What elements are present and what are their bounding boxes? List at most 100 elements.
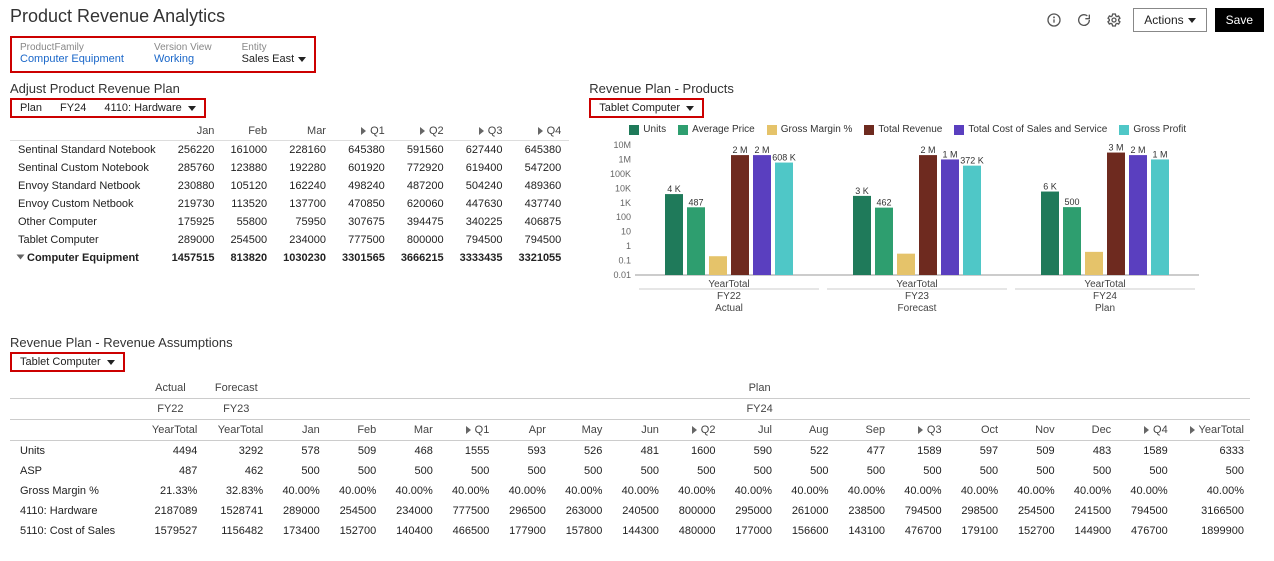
cell[interactable]: 234000 xyxy=(275,231,334,249)
adjust-grid[interactable]: Jan Feb Mar Q1 Q2 Q3 Q4 Sentinal Standar… xyxy=(10,122,569,267)
chart-bar[interactable] xyxy=(1041,192,1059,275)
legend-item[interactable]: Gross Profit xyxy=(1119,124,1186,135)
cell[interactable]: 1589 xyxy=(891,441,948,462)
chart-bar[interactable] xyxy=(941,159,959,275)
col-feb[interactable]: Feb xyxy=(222,122,275,141)
cell[interactable]: 500 xyxy=(1004,461,1061,481)
hdr-fy24[interactable]: FY24 xyxy=(269,399,1250,420)
cell[interactable]: 4494 xyxy=(137,441,203,462)
cell[interactable]: 263000 xyxy=(552,501,609,521)
cell[interactable]: 3166500 xyxy=(1174,501,1250,521)
cell[interactable]: 591560 xyxy=(393,141,452,160)
cell[interactable]: 143100 xyxy=(835,521,892,541)
cell[interactable]: 593 xyxy=(495,441,552,462)
hdr-q3[interactable]: Q3 xyxy=(891,420,948,441)
cell[interactable]: 526 xyxy=(552,441,609,462)
cell[interactable]: 500 xyxy=(552,461,609,481)
table-row[interactable]: Sentinal Standard Notebook25622016100022… xyxy=(10,141,569,160)
legend-item[interactable]: Units xyxy=(629,124,666,135)
chart-bar[interactable] xyxy=(1129,155,1147,275)
adjust-account-dropdown[interactable]: 4110: Hardware xyxy=(104,102,195,114)
cell[interactable]: 777500 xyxy=(334,231,393,249)
table-row[interactable]: Tablet Computer2890002545002340007775008… xyxy=(10,231,569,249)
cell[interactable]: 219730 xyxy=(164,195,223,213)
cell[interactable]: 289000 xyxy=(269,501,326,521)
col-jan[interactable]: Jan xyxy=(164,122,223,141)
cell[interactable]: 254500 xyxy=(222,231,275,249)
cell[interactable]: 240500 xyxy=(608,501,665,521)
cell[interactable]: 6333 xyxy=(1174,441,1250,462)
table-row[interactable]: Envoy Standard Netbook230880105120162240… xyxy=(10,177,569,195)
hdr-oct[interactable]: Oct xyxy=(948,420,1005,441)
cell[interactable]: 285760 xyxy=(164,159,223,177)
cell[interactable]: 794500 xyxy=(891,501,948,521)
version-view-value[interactable]: Working xyxy=(154,53,212,65)
cell[interactable]: 500 xyxy=(721,461,778,481)
cell[interactable]: 627440 xyxy=(452,141,511,160)
cell[interactable]: 40.00% xyxy=(439,481,496,501)
chart-bar[interactable] xyxy=(1063,207,1081,275)
gear-icon[interactable] xyxy=(1103,9,1125,31)
col-mar[interactable]: Mar xyxy=(275,122,334,141)
cell[interactable]: 1579527 xyxy=(137,521,203,541)
hdr-q1[interactable]: Q1 xyxy=(439,420,496,441)
cell[interactable]: 1528741 xyxy=(203,501,269,521)
cell[interactable]: 468 xyxy=(382,441,439,462)
hdr-q4[interactable]: Q4 xyxy=(1117,420,1174,441)
cell[interactable]: 1156482 xyxy=(203,521,269,541)
product-family-value[interactable]: Computer Equipment xyxy=(20,53,124,65)
cell[interactable]: 123880 xyxy=(222,159,275,177)
cell[interactable]: 794500 xyxy=(452,231,511,249)
hdr-forecast[interactable]: Forecast xyxy=(203,378,269,399)
cell[interactable]: 777500 xyxy=(439,501,496,521)
cell[interactable]: 40.00% xyxy=(1117,481,1174,501)
cell[interactable]: 40.00% xyxy=(382,481,439,501)
hdr-jul[interactable]: Jul xyxy=(721,420,778,441)
cell[interactable]: 340225 xyxy=(452,213,511,231)
cell[interactable]: 40.00% xyxy=(326,481,383,501)
cell[interactable]: 55800 xyxy=(222,213,275,231)
cell[interactable]: 794500 xyxy=(510,231,569,249)
cell[interactable]: 645380 xyxy=(334,141,393,160)
cell[interactable]: 105120 xyxy=(222,177,275,195)
chart-bar[interactable] xyxy=(875,208,893,275)
table-row[interactable]: Gross Margin %21.33%32.83%40.00%40.00%40… xyxy=(10,481,1250,501)
hdr-plan[interactable]: Plan xyxy=(269,378,1250,399)
cell[interactable]: 800000 xyxy=(393,231,452,249)
chart-bar[interactable] xyxy=(709,256,727,275)
hdr-sep[interactable]: Sep xyxy=(835,420,892,441)
refresh-icon[interactable] xyxy=(1073,9,1095,31)
cell[interactable]: 152700 xyxy=(1004,521,1061,541)
actions-button[interactable]: Actions xyxy=(1133,8,1206,32)
cell[interactable]: 113520 xyxy=(222,195,275,213)
cell[interactable]: 296500 xyxy=(495,501,552,521)
cell[interactable]: 177900 xyxy=(495,521,552,541)
cell[interactable]: 144900 xyxy=(1061,521,1118,541)
cell[interactable]: 772920 xyxy=(393,159,452,177)
cell[interactable]: 578 xyxy=(269,441,326,462)
cell[interactable]: 156600 xyxy=(778,521,835,541)
col-q1[interactable]: Q1 xyxy=(334,122,393,141)
cell[interactable]: 500 xyxy=(382,461,439,481)
cell[interactable]: 509 xyxy=(326,441,383,462)
cell[interactable]: 500 xyxy=(948,461,1005,481)
cell[interactable]: 487200 xyxy=(393,177,452,195)
hdr-yt2[interactable]: YearTotal xyxy=(203,420,269,441)
cell[interactable]: 241500 xyxy=(1061,501,1118,521)
cell[interactable]: 522 xyxy=(778,441,835,462)
adjust-fy-label[interactable]: FY24 xyxy=(60,102,86,114)
cell[interactable]: 152700 xyxy=(326,521,383,541)
cell[interactable]: 1600 xyxy=(665,441,722,462)
cell[interactable]: 289000 xyxy=(164,231,223,249)
hdr-nov[interactable]: Nov xyxy=(1004,420,1061,441)
legend-item[interactable]: Total Revenue xyxy=(864,124,942,135)
cell[interactable]: 173400 xyxy=(269,521,326,541)
col-q2[interactable]: Q2 xyxy=(393,122,452,141)
cell[interactable]: 1555 xyxy=(439,441,496,462)
cell[interactable]: 500 xyxy=(1117,461,1174,481)
cell[interactable]: 234000 xyxy=(382,501,439,521)
hdr-ytplan[interactable]: YearTotal xyxy=(1174,420,1250,441)
chart-bar[interactable] xyxy=(897,254,915,275)
cell[interactable]: 470850 xyxy=(334,195,393,213)
table-row[interactable]: Envoy Custom Netbook21973011352013770047… xyxy=(10,195,569,213)
